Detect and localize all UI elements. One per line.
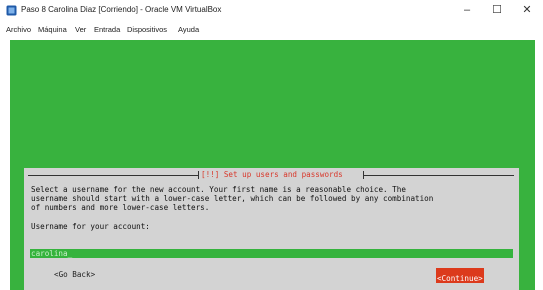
username-prompt: Username for your account:: [31, 222, 150, 231]
menu-bar: Archivo Máquina Ver Entrada Dispositivos…: [0, 22, 543, 38]
menu-maquina[interactable]: Máquina: [38, 25, 67, 34]
menu-entrada[interactable]: Entrada: [94, 25, 120, 34]
description-line-3: of numbers and more lower-case letters.: [31, 203, 210, 212]
close-button[interactable]: ✕: [512, 2, 542, 19]
maximize-button[interactable]: ☐: [482, 2, 512, 19]
minimize-button[interactable]: –: [452, 2, 482, 19]
go-back-button[interactable]: <Go Back>: [54, 270, 95, 279]
description-line-2: username should start with a lower-case …: [31, 194, 434, 203]
dialog-frame-left: [28, 175, 198, 176]
installer-dialog: [!!] Set up users and passwords Select a…: [24, 168, 519, 290]
dialog-title: [!!] Set up users and passwords: [199, 170, 345, 179]
vm-display[interactable]: [!!] Set up users and passwords Select a…: [10, 40, 535, 290]
menu-ver[interactable]: Ver: [75, 25, 86, 34]
continue-label: <Continue>: [436, 274, 484, 283]
username-input[interactable]: carolina_: [30, 249, 513, 258]
username-value: carolina_: [31, 249, 73, 258]
virtualbox-icon: [6, 5, 17, 16]
menu-ayuda[interactable]: Ayuda: [178, 25, 199, 34]
dialog-frame-right: [364, 175, 514, 176]
window-titlebar[interactable]: Paso 8 Carolina Diaz [Corriendo] - Oracl…: [0, 0, 543, 22]
description-line-1: Select a username for the new account. Y…: [31, 185, 406, 194]
window-title: Paso 8 Carolina Diaz [Corriendo] - Oracl…: [21, 5, 222, 14]
menu-archivo[interactable]: Archivo: [6, 25, 31, 34]
continue-button[interactable]: <Continue>: [436, 268, 484, 283]
menu-dispositivos[interactable]: Dispositivos: [127, 25, 167, 34]
